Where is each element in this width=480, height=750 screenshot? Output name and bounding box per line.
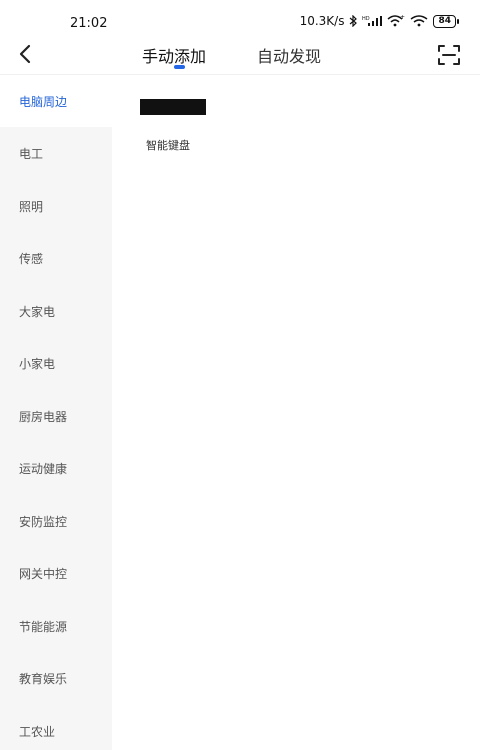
- device-list: 智能键盘: [112, 75, 480, 750]
- sidebar-item-security[interactable]: 安防监控: [0, 495, 112, 547]
- scan-button[interactable]: [436, 42, 462, 68]
- battery-icon: 84: [433, 14, 459, 28]
- chevron-left-icon: [19, 44, 31, 64]
- sidebar-item-industry-agriculture[interactable]: 工农业: [0, 705, 112, 750]
- svg-text:HD: HD: [362, 16, 370, 22]
- sidebar-item-label: 电工: [19, 147, 44, 161]
- sidebar-item-label: 厨房电器: [19, 410, 68, 424]
- sidebar-item-label: 大家电: [19, 305, 56, 319]
- device-card-smart-keyboard[interactable]: 智能键盘: [140, 99, 214, 159]
- status-bar: 21:02 10.3K/s HD + 84: [0, 0, 480, 40]
- svg-text:+: +: [400, 15, 405, 21]
- sidebar-item-kitchen-appliances[interactable]: 厨房电器: [0, 390, 112, 442]
- sidebar-item-gateway[interactable]: 网关中控: [0, 547, 112, 599]
- sidebar-item-label: 安防监控: [19, 515, 68, 529]
- sidebar-item-label: 节能能源: [19, 620, 68, 634]
- sidebar-item-large-appliances[interactable]: 大家电: [0, 285, 112, 337]
- bluetooth-icon: [349, 15, 358, 27]
- tab-auto-discover[interactable]: 自动发现: [257, 43, 321, 67]
- sidebar-item-education[interactable]: 教育娱乐: [0, 652, 112, 704]
- wifi-plus-icon: +: [387, 15, 405, 27]
- sidebar-item-small-appliances[interactable]: 小家电: [0, 337, 112, 389]
- sidebar-item-label: 运动健康: [19, 462, 68, 476]
- sidebar-item-lighting[interactable]: 照明: [0, 180, 112, 232]
- network-speed: 10.3K/s: [299, 14, 345, 28]
- back-button[interactable]: [14, 42, 38, 66]
- device-label: 智能键盘: [146, 139, 190, 152]
- sidebar-item-sensors[interactable]: 传感: [0, 232, 112, 284]
- sidebar-item-label: 传感: [19, 252, 44, 266]
- sidebar-item-label: 工农业: [19, 725, 56, 739]
- sidebar-item-label: 小家电: [19, 357, 56, 371]
- nav-bar: 手动添加 自动发现: [0, 40, 480, 72]
- scan-icon: [438, 45, 460, 65]
- status-indicators: 10.3K/s HD + 84: [299, 14, 459, 28]
- sidebar-item-electrical[interactable]: 电工: [0, 127, 112, 179]
- signal-icon: HD: [362, 15, 383, 27]
- tab-manual-add[interactable]: 手动添加: [142, 43, 206, 67]
- sidebar-item-energy[interactable]: 节能能源: [0, 600, 112, 652]
- device-image: [140, 99, 206, 115]
- tab-active-indicator: [174, 65, 185, 69]
- sidebar-item-label: 照明: [19, 200, 44, 214]
- sidebar-item-label: 电脑周边: [19, 95, 68, 109]
- status-time: 21:02: [70, 16, 108, 31]
- sidebar-item-sports-health[interactable]: 运动健康: [0, 442, 112, 494]
- category-sidebar[interactable]: 电脑周边 电工 照明 传感 大家电 小家电 厨房电器 运动健康 安防监控 网关中…: [0, 75, 112, 750]
- sidebar-item-label: 教育娱乐: [19, 672, 68, 686]
- sidebar-item-computer-peripherals[interactable]: 电脑周边: [0, 75, 112, 127]
- sidebar-item-label: 网关中控: [19, 567, 68, 581]
- wifi-icon: [410, 15, 428, 27]
